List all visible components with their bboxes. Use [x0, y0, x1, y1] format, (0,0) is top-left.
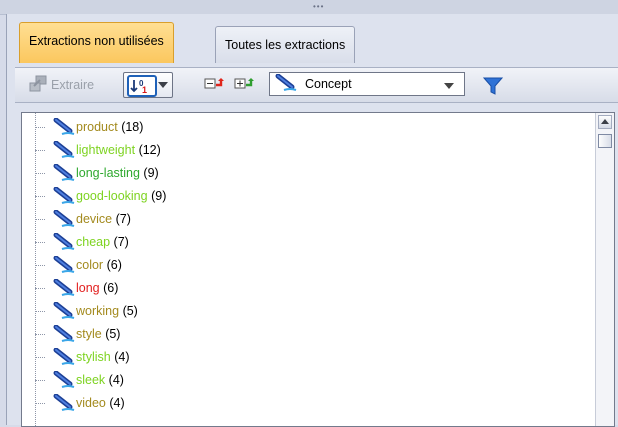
concept-term: style [76, 327, 102, 341]
toolbar: Extraire 0 1 Concept [15, 67, 618, 103]
tree-connector [35, 196, 45, 197]
extract-icon [27, 74, 51, 97]
concept-label: long-lasting (9) [76, 166, 159, 180]
tree-connector [35, 265, 45, 266]
concept-icon [53, 347, 75, 369]
concept-term: good-looking [76, 189, 148, 203]
concept-icon [53, 209, 75, 231]
concept-list: product (18) lightweight (12) long-lasting… [21, 112, 615, 427]
tree-connector [35, 150, 45, 151]
concept-count: (6) [106, 258, 122, 272]
concept-label: color (6) [76, 258, 122, 272]
extract-label: Extraire [51, 78, 95, 92]
concept-term: sleek [76, 373, 106, 387]
chevron-down-icon [444, 83, 454, 89]
concept-label: style (5) [76, 327, 120, 341]
concept-icon [53, 370, 75, 392]
filter-icon [482, 77, 504, 98]
vertical-scrollbar[interactable] [595, 113, 614, 426]
concept-icon [53, 117, 75, 139]
add-green-arrow-icon [234, 76, 254, 95]
concept-label: working (5) [76, 304, 138, 318]
concept-icon [275, 73, 297, 95]
concept-count: (9) [143, 166, 159, 180]
concept-count: (7) [115, 212, 131, 226]
extract-button[interactable]: Extraire [27, 74, 94, 96]
concept-icon [53, 140, 75, 162]
remove-red-arrow-icon [204, 76, 224, 95]
concept-count: (18) [121, 120, 144, 134]
concept-term: working [76, 304, 120, 318]
concept-term: lightweight [76, 143, 136, 157]
concept-icon [53, 163, 75, 185]
tree-connector [35, 311, 45, 312]
concept-icon [53, 186, 75, 208]
concept-icon [53, 393, 75, 415]
tree-connector [35, 357, 45, 358]
concept-count: (12) [138, 143, 161, 157]
concept-term: long-lasting [76, 166, 140, 180]
concept-count: (4) [114, 350, 130, 364]
concept-count: (6) [103, 281, 119, 295]
type-select-value: Concept [305, 77, 352, 91]
tree-connector [35, 242, 45, 243]
tab-unused-extractions[interactable]: Extractions non utilisées [19, 22, 174, 63]
concept-count: (9) [151, 189, 167, 203]
concept-label: device (7) [76, 212, 131, 226]
concept-label: lightweight (12) [76, 143, 161, 157]
concept-icon [53, 301, 75, 323]
chevron-down-icon [158, 82, 168, 88]
concept-term: long [76, 281, 100, 295]
concept-term: device [76, 212, 113, 226]
concept-label: cheap (7) [76, 235, 129, 249]
concept-icon [53, 255, 75, 277]
concept-count: (5) [122, 304, 138, 318]
scroll-up-icon[interactable] [598, 115, 612, 129]
expand-button[interactable] [233, 74, 255, 96]
tree-connector [35, 127, 45, 128]
type-select[interactable]: Concept [269, 72, 465, 96]
concept-term: stylish [76, 350, 111, 364]
scroll-thumb[interactable] [598, 134, 612, 148]
concept-term: video [76, 396, 106, 410]
collapse-button[interactable] [203, 74, 225, 96]
concept-count: (4) [108, 373, 124, 387]
concept-label: video (4) [76, 396, 125, 410]
concept-icon [53, 324, 75, 346]
concept-icon [53, 278, 75, 300]
concept-term: product [76, 120, 118, 134]
sort-order-dropdown[interactable]: 0 1 [123, 72, 173, 98]
concept-count: (4) [109, 396, 125, 410]
concept-label: good-looking (9) [76, 189, 166, 203]
concept-icon [53, 232, 75, 254]
concept-label: product (18) [76, 120, 143, 134]
tree-connector [35, 334, 45, 335]
concept-term: cheap [76, 235, 111, 249]
filter-button[interactable] [482, 76, 504, 98]
tree-connector [35, 403, 45, 404]
concept-label: stylish (4) [76, 350, 130, 364]
concept-count: (5) [105, 327, 121, 341]
tab-all-extractions[interactable]: Toutes les extractions [215, 26, 356, 63]
tree-connector [35, 173, 45, 174]
top-strip: ••• [0, 0, 618, 15]
concept-label: long (6) [76, 281, 118, 295]
tree-connector [35, 288, 45, 289]
svg-text:1: 1 [142, 85, 147, 95]
tree-connector [35, 219, 45, 220]
sort-icon: 0 1 [127, 75, 157, 97]
concept-label: sleek (4) [76, 373, 124, 387]
tree-connector [35, 380, 45, 381]
concept-term: color [76, 258, 104, 272]
concept-count: (7) [113, 235, 129, 249]
splitter-grip[interactable]: ••• [313, 2, 325, 11]
